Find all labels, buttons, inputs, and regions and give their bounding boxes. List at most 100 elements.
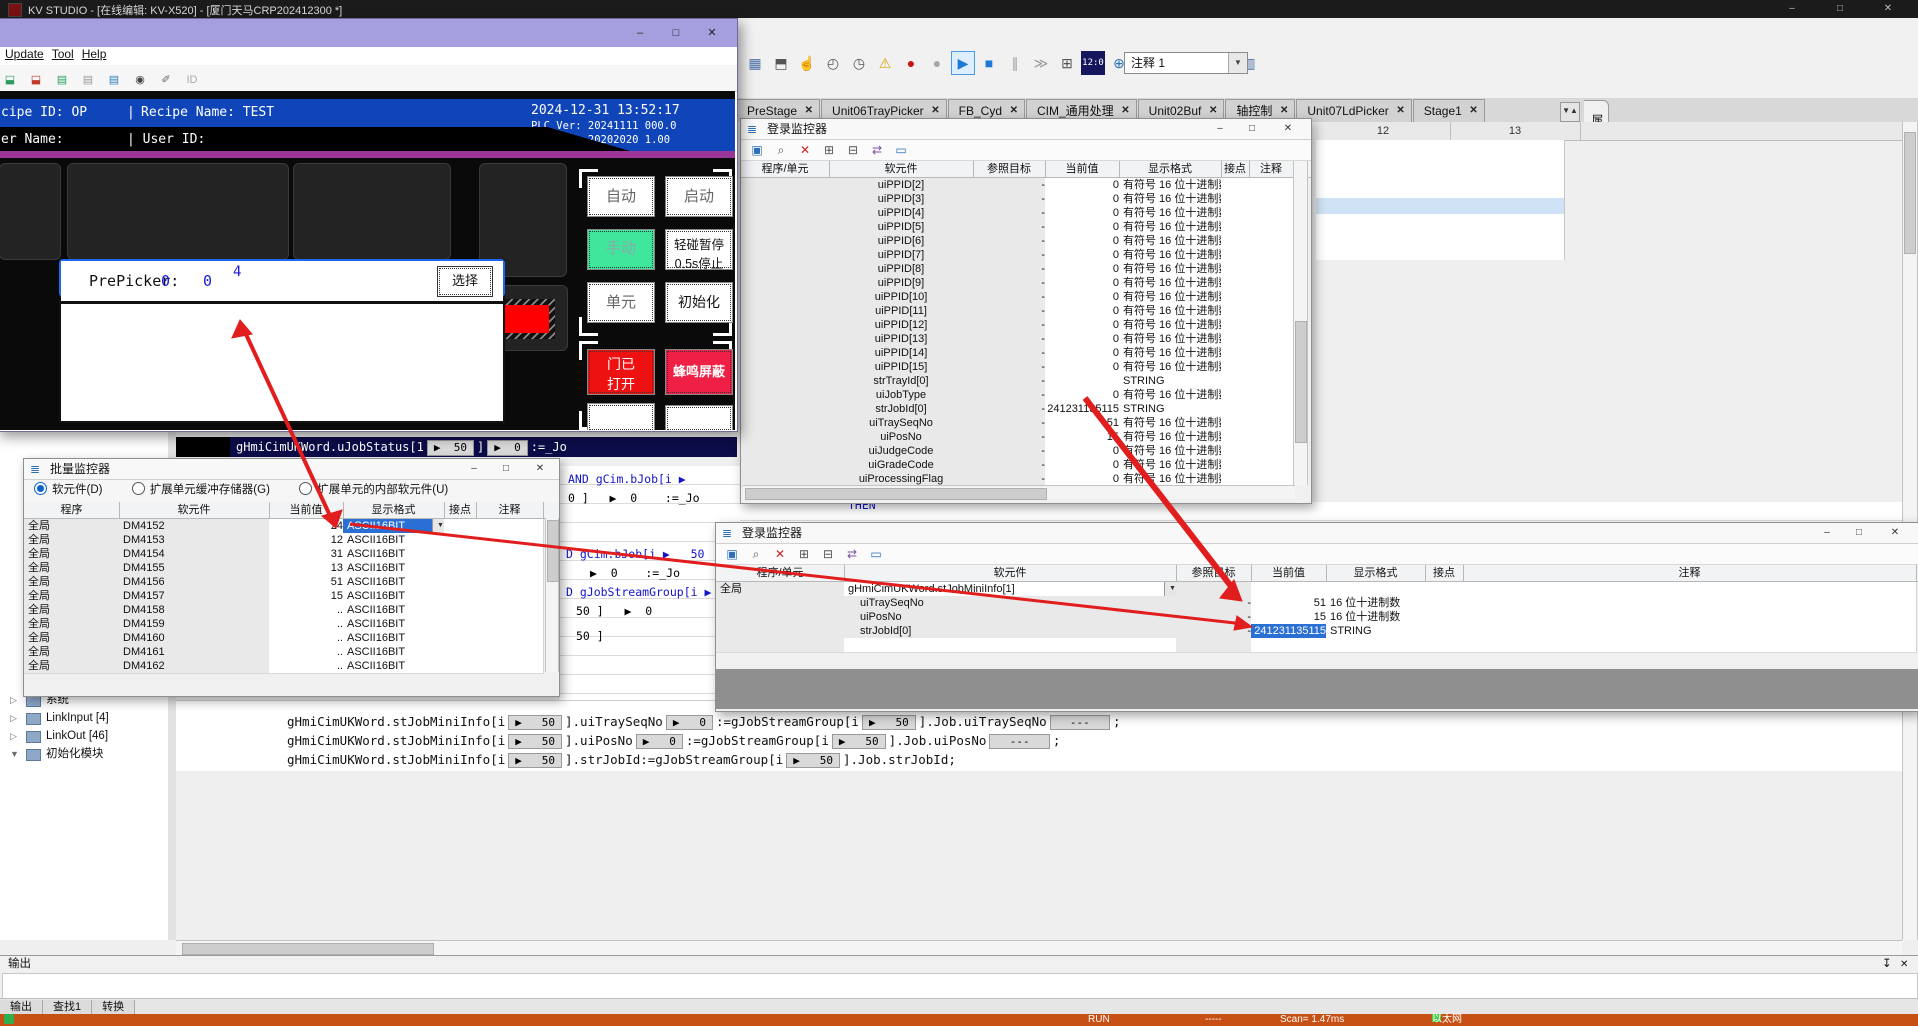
monitor1-vscrollbar[interactable] [1293,161,1308,485]
table-row[interactable]: 全局 DM4158 .. ASCII16BIT [24,603,559,617]
wrench-icon[interactable]: ✐ [154,66,178,90]
table-row[interactable]: 全局 DM4160 .. ASCII16BIT [24,631,559,645]
manual-button[interactable]: 手动 [587,229,655,270]
ladder-selected-row[interactable] [1316,198,1564,214]
table-row[interactable]: 全局 DM4157 15 ASCII16BIT [24,589,559,603]
close-button[interactable]: ✕ [1882,524,1908,542]
maximize-button[interactable]: □ [1846,524,1872,542]
monitor-sync-red-icon[interactable]: ⬓ [24,66,48,90]
tree-expand-icon[interactable]: ▷ [10,728,17,744]
menu-item[interactable]: Help [82,47,107,61]
table-row[interactable]: 全局 DM4159 .. ASCII16BIT [24,617,559,631]
table-row[interactable]: uiTraySeqNo - 51 16 位十进制数 [716,596,1918,610]
tab-list-button[interactable]: ▼▲ [1560,102,1580,122]
monitor-alert-icon[interactable]: ⚠ [873,51,897,75]
table-row[interactable]: uiPPID[11] - 0 有符号 16 位十进制数 [741,304,1311,318]
table-row[interactable] [716,638,1918,652]
tree-expand-icon[interactable]: ▷ [10,710,17,726]
editor-tab[interactable]: Stage1✕ [1413,99,1485,122]
selected-script-line[interactable]: gHmiCimUKWord.uJobStatus[1▶ 50]▶ 0:=_Jo [176,437,737,457]
table-row[interactable]: uiPPID[6] - 0 有符号 16 位十进制数 [741,234,1311,248]
buzzer-mask-button[interactable]: 蜂鸣屏蔽 [665,349,733,395]
step-icon[interactable]: ≫ [1029,51,1053,75]
table-row[interactable]: uiPPID[5] - 0 有符号 16 位十进制数 [741,220,1311,234]
editor-hscrollbar[interactable] [176,940,1902,956]
unit-button[interactable]: 单元 [587,282,655,323]
table-row[interactable]: uiPPID[15] - 0 有符号 16 位十进制数 [741,360,1311,374]
partial-button[interactable] [665,405,733,430]
table-row[interactable]: uiPPID[10] - 0 有符号 16 位十进制数 [741,290,1311,304]
maximize-button[interactable]: □ [1820,0,1860,18]
record-icon[interactable]: ● [899,51,923,75]
table-row[interactable]: uiPPID[2] - 0 有符号 16 位十进制数 [741,178,1311,192]
table-row[interactable]: 全局 gHmiCimUKWord.stJobMiniInfo[1]▼ [716,582,1918,596]
maximize-button[interactable]: □ [493,460,519,478]
id-badge-icon[interactable]: ID [180,66,204,90]
minimize-button[interactable]: – [1814,524,1840,542]
append-row-icon[interactable]: ⊟ [818,544,838,564]
menu-item[interactable]: Update [5,47,44,61]
bottom-tab[interactable]: 输出 [0,1000,43,1015]
monitor-swap-icon[interactable]: ⬒ [769,51,793,75]
table-row[interactable]: uiPPID[3] - 0 有符号 16 位十进制数 [741,192,1311,206]
tree-item[interactable]: ▷ LinkOut [46] [0,728,168,744]
stop-icon[interactable]: ■ [977,51,1001,75]
radio-option[interactable]: 扩展单元缓冲存储器(G) [132,480,270,500]
find-icon[interactable]: ⌕ [771,140,791,160]
select-button[interactable]: 选择 [437,266,493,297]
window-title-bar[interactable]: ≣ 批量监控器 – □ ✕ [24,459,559,480]
save-icon[interactable]: ▣ [722,544,742,564]
table-row[interactable]: uiPPID[14] - 0 有符号 16 位十进制数 [741,346,1311,360]
bottom-tab[interactable]: 查找1 [43,1000,92,1015]
minimize-button[interactable]: – [1772,0,1812,18]
table-row[interactable]: uiPPID[9] - 0 有符号 16 位十进制数 [741,276,1311,290]
stopwatch-run-icon[interactable]: ◷ [847,51,871,75]
table-row[interactable]: uiTraySeqNo - 51 有符号 16 位十进制数 [741,416,1311,430]
door-open-button[interactable]: 门已 打开 [587,349,655,395]
table-row[interactable]: 全局 DM4153 12 ASCII16BIT [24,533,559,547]
close-button[interactable]: ✕ [699,24,725,42]
doc-globe-icon[interactable]: ▤ [102,66,126,90]
table-row[interactable]: strJobId[0] - 241231135115 STRING [716,624,1918,638]
table-row[interactable]: uiPPID[13] - 0 有符号 16 位十进制数 [741,332,1311,346]
doc-gray-icon[interactable]: ▤ [76,66,100,90]
table-row[interactable]: uiJudgeCode - 0 有符号 16 位十进制数 [741,444,1311,458]
clock-badge[interactable]: 12:0 [1081,51,1105,75]
partial-button[interactable] [587,403,655,430]
pause-icon[interactable]: ∥ [1003,51,1027,75]
play-icon[interactable]: ▶ [951,51,975,75]
find-icon[interactable]: ⌕ [746,544,766,564]
script-statement[interactable]: gHmiCimUKWord.stJobMiniInfo[i▶ 50].uiTra… [287,712,1121,731]
maximize-button[interactable]: □ [663,24,689,42]
table-row[interactable]: uiJobType - 0 有符号 16 位十进制数 [741,388,1311,402]
table-row[interactable]: strTrayId[0] - STRING [741,374,1311,388]
camera-icon[interactable]: ◉ [128,66,152,90]
insert-row-icon[interactable]: ⊞ [819,140,839,160]
table-row[interactable]: uiPPID[4] - 0 有符号 16 位十进制数 [741,206,1311,220]
minimize-button[interactable]: – [461,460,487,478]
window-title-bar[interactable]: ≣ 登录监控器 – □ ✕ [741,119,1311,140]
tree-expand-icon[interactable]: ▼ [10,746,19,762]
table-row[interactable]: uiPPID[7] - 0 有符号 16 位十进制数 [741,248,1311,262]
script-statement[interactable]: gHmiCimUKWord.stJobMiniInfo[i▶ 50].uiPos… [287,731,1060,750]
window-title-bar[interactable]: ≣ 登录监控器 – □ ✕ [716,523,1918,544]
minimize-button[interactable]: – [1207,120,1233,138]
table-row[interactable]: 全局 DM4154 31 ASCII16BIT [24,547,559,561]
close-button[interactable]: ✕ [527,460,553,478]
pin-icon[interactable]: ↧ [1882,956,1892,973]
close-icon[interactable]: ✕ [1900,956,1908,973]
table-row[interactable]: 全局 DM4155 13 ASCII16BIT [24,561,559,575]
monitor1-hscrollbar[interactable] [743,485,1295,499]
save-icon[interactable]: ▣ [747,140,767,160]
close-button[interactable]: ✕ [1868,0,1908,18]
script-statement[interactable]: gHmiCimUKWord.stJobMiniInfo[i▶ 50].strJo… [287,750,956,769]
table-row[interactable]: 全局 DM4152 24 ASCII16BIT▼ [24,519,559,533]
monitor-sync-green-icon[interactable]: ⬓ [0,66,22,90]
append-row-icon[interactable]: ⊟ [843,140,863,160]
delete-row-icon[interactable]: ✕ [770,544,790,564]
monitor-icon[interactable]: ▭ [891,140,911,160]
table-row[interactable]: uiPosNo - 15 16 位十进制数 [716,610,1918,624]
table-row[interactable]: uiProcessingFlag - 0 有符号 16 位十进制数 [741,472,1311,486]
tree-item[interactable]: ▼ 初始化模块 [0,746,168,762]
radio-option[interactable]: 软元件(D) [34,480,102,500]
